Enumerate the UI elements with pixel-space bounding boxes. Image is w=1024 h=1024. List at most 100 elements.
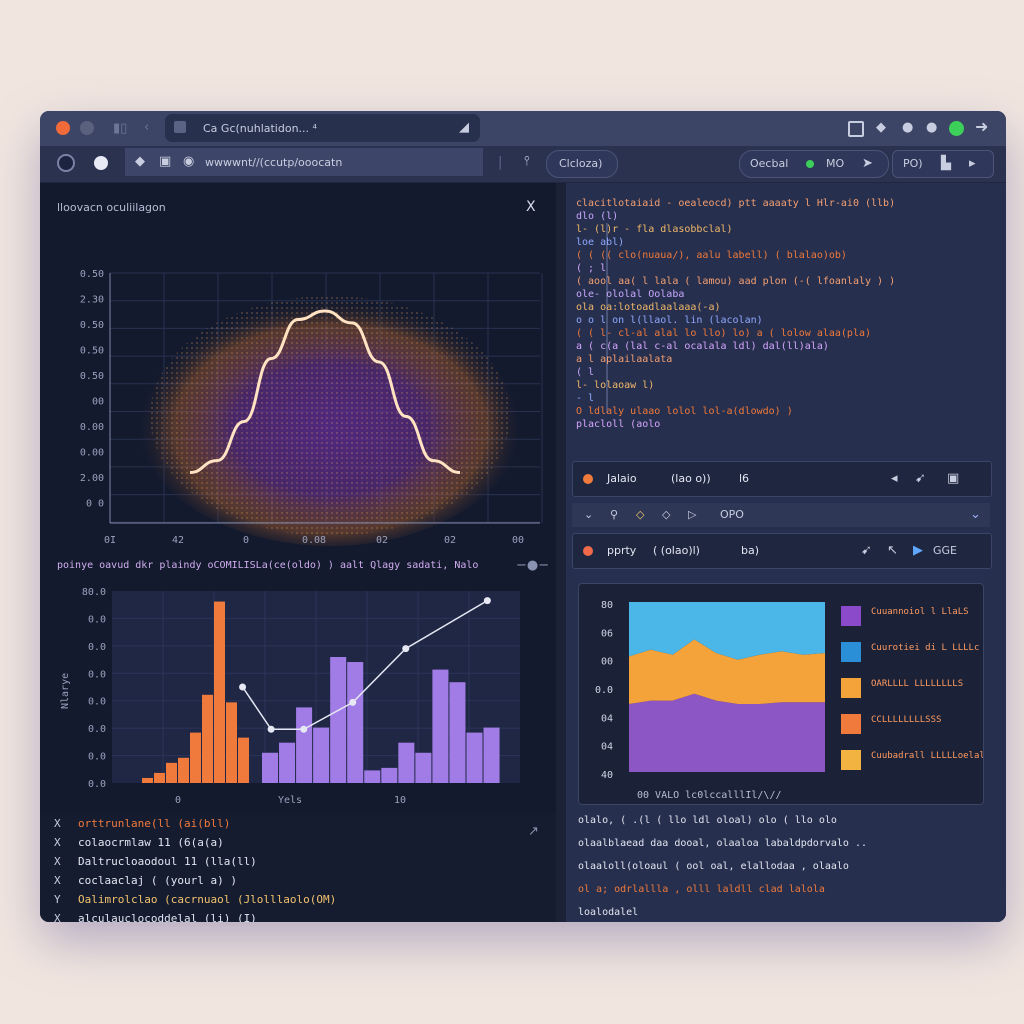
tab-pin-icon[interactable]: ◢ — [459, 121, 469, 134]
filter-pill-label: Clcloza) — [559, 157, 603, 170]
small-toolbar-item[interactable]: ◇ — [636, 508, 644, 521]
code-line[interactable]: loe abl) — [576, 237, 624, 248]
minimize-window-icon[interactable] — [80, 121, 94, 135]
run-secondary-play-icon[interactable]: ▶ — [913, 544, 923, 557]
area-y-tick: 80 — [601, 600, 613, 611]
code-line[interactable]: - l — [576, 393, 594, 404]
panel-divider[interactable] — [556, 183, 566, 922]
output-copy-icon[interactable]: ▙ — [941, 157, 951, 170]
console-line[interactable]: ol a; odrlallla , olll laldll clad lalol… — [578, 884, 825, 895]
run-secondary-cursor-icon[interactable]: ➹ — [861, 544, 872, 557]
histogram-x-tick: Yels — [278, 795, 302, 806]
log-line[interactable]: colaocrmlaw 11 (6(a(a) — [78, 836, 224, 849]
log-line[interactable]: coclaaclaj ( (yourl a) ) — [78, 874, 237, 887]
histogram-bar-purple — [364, 770, 381, 783]
code-line[interactable]: ( ; l — [576, 263, 606, 274]
density-x-tick: 42 — [172, 535, 184, 546]
output-play-icon[interactable]: ▸ — [969, 157, 976, 170]
title-bar: ▮▯ ‹ Ca Gc(nuhlatidon... ⁴ ◢ ◆ ● ● ➜ — [40, 111, 1006, 146]
histogram-bar-orange — [142, 777, 153, 783]
log-line[interactable]: Oalimrolclao (cacrnuaol (Jlolllaolo(OM) — [78, 893, 336, 906]
area-chart-card: 80 06 00 0.0 04 04 40 00 VALO lc0lccalllIl/\//… — [578, 583, 984, 805]
density-y-tick: 0.50 — [80, 269, 104, 280]
forward-arrow-icon[interactable]: ➜ — [975, 119, 988, 135]
run-secondary-dot-icon — [583, 546, 593, 556]
density-x-ticks: 0I 42 0 0.08 02 02 00 — [104, 535, 524, 546]
histogram-bar-purple — [415, 752, 432, 783]
tab-active[interactable]: Ca Gc(nuhlatidon... ⁴ ◢ — [165, 114, 480, 142]
extensions-icon[interactable]: ● — [902, 121, 913, 134]
status-pill-arrow-icon[interactable]: ➤ — [862, 157, 873, 170]
back-icon[interactable]: ‹ — [144, 121, 149, 134]
console-line[interactable]: olalo, ( .(l ( llo ldl oloal) olo ( llo … — [578, 815, 837, 826]
refresh-icon[interactable] — [57, 154, 75, 172]
density-y-tick: 0.50 — [80, 320, 104, 331]
density-x-tick: 0 — [243, 535, 249, 546]
density-x-tick: 02 — [444, 535, 456, 546]
code-line[interactable]: l- (l)r - fla dlasobbclal) — [576, 224, 733, 235]
code-line[interactable]: o o l on l(llaol. lin (lacolan) — [576, 315, 763, 326]
bookmark-icon[interactable]: ◆ — [876, 121, 886, 134]
run-bar-secondary-action[interactable]: GGE — [933, 544, 957, 557]
code-line[interactable]: a ( c(a (lal c-al ocalala ldl) dal(ll)al… — [576, 341, 829, 352]
console-line[interactable]: olaaloll(oloaul ( ool oal, elallodaa , o… — [578, 861, 849, 872]
code-line[interactable]: dlo (l) — [576, 211, 618, 222]
histogram-y-tick: 0.0 — [88, 697, 106, 708]
small-toolbar-item[interactable]: ◇ — [662, 508, 670, 521]
console-line[interactable]: loalodalel — [578, 907, 638, 918]
legend-label: Cuubadrall LLLLLoelal — [871, 751, 983, 761]
code-editor[interactable]: clacitlotaiaid - oealeocd) ptt aaaaty l … — [566, 183, 1006, 463]
small-toolbar-item[interactable]: OPO — [720, 508, 744, 521]
close-window-icon[interactable] — [56, 121, 70, 135]
status-pill-label: Oecbal — [750, 157, 789, 170]
log-line-marker: X — [54, 836, 61, 849]
log-line[interactable]: Daltrucloaodoul 11 (lla(ll) — [78, 855, 257, 868]
density-x-tick: 02 — [376, 535, 388, 546]
run-bar-cursor-icon[interactable]: ➹ — [915, 472, 926, 485]
legend-label: CCLLLLLLLLSSS — [871, 715, 941, 725]
small-toolbar-item[interactable]: ⌄ — [584, 508, 593, 521]
sidebar-toggle-icon[interactable]: ▮▯ — [113, 122, 127, 135]
status-green-dot-icon — [806, 160, 814, 168]
histogram-y-label: Nlarye — [60, 673, 71, 709]
code-line[interactable]: ( l — [576, 367, 594, 378]
address-bar[interactable]: ◆ ▣ ◉ wwwwnt//(ccutp/ooocatn — [125, 148, 483, 176]
small-toolbar-collapse-icon[interactable]: ⌄ — [970, 508, 981, 521]
profile-icon[interactable]: ● — [926, 121, 937, 134]
pin-icon[interactable]: ⫯ — [524, 155, 530, 168]
code-line[interactable]: ole- ololal Oolaba — [576, 289, 684, 300]
console-line[interactable]: olaalblaead daa dooal, olaaloa labaldpdo… — [578, 838, 867, 849]
status-pill[interactable]: Oecbal MO ➤ — [739, 150, 889, 178]
share-icon[interactable] — [848, 121, 864, 137]
histogram-bar-orange — [154, 772, 165, 783]
small-toolbar-item[interactable]: ⚲ — [610, 508, 618, 521]
log-line[interactable]: orttrunlane(ll (ai(bll) — [78, 817, 230, 830]
home-icon[interactable] — [94, 156, 108, 170]
code-line[interactable]: ola oa:lotoadlaalaaa(-a) — [576, 302, 721, 313]
output-pill[interactable]: PO) ▙ ▸ — [892, 150, 994, 178]
code-line[interactable]: ( aool aa( l lala ( lamou) aad plon (-( … — [576, 276, 895, 287]
code-line[interactable]: a l aplailaalata — [576, 354, 672, 365]
code-line[interactable]: placloll (aolo — [576, 419, 660, 430]
small-toolbar-item[interactable]: ▷ — [688, 508, 696, 521]
run-bar-console-icon[interactable]: ▣ — [947, 472, 959, 485]
filter-pill[interactable]: Clcloza) — [546, 150, 618, 178]
histogram-x-ticks: 0 Yels 10 — [175, 795, 406, 806]
density-plot-close-icon[interactable]: X — [526, 199, 536, 215]
code-line[interactable]: clacitlotaiaid - oealeocd) ptt aaaaty l … — [576, 198, 895, 209]
log-expand-icon[interactable]: ↗ — [528, 825, 539, 838]
run-secondary-arrow-icon[interactable]: ↖ — [887, 544, 898, 557]
histogram-slider-icon[interactable]: −●− — [516, 559, 549, 572]
code-line[interactable]: O ldlaly ulaao lolol lol-a(dlowdo) ) — [576, 406, 793, 417]
histogram-x-tick: 10 — [394, 795, 406, 806]
legend-label: Cuurotiei di L LLLLc — [871, 643, 979, 653]
log-line[interactable]: alculauclocoddelal (li) (I) — [78, 912, 257, 922]
histogram-y-tick: 0.0 — [88, 642, 106, 653]
code-line[interactable]: ( ( l- cl-al alal lo llo) lo) a ( lolow … — [576, 328, 871, 339]
histogram-header: poinye oavud dkr plaindy oCOMILISLa(ce(o… — [57, 560, 479, 571]
code-line[interactable]: l- lolaoaw l) — [576, 380, 654, 391]
run-bar-primary-suffix: l6 — [739, 472, 750, 485]
code-line[interactable]: ( ( (( clo(nuaua/), aalu labell) ( blala… — [576, 250, 847, 261]
histogram-bar-purple — [432, 669, 449, 783]
run-bar-back-icon[interactable]: ◂ — [891, 472, 898, 485]
